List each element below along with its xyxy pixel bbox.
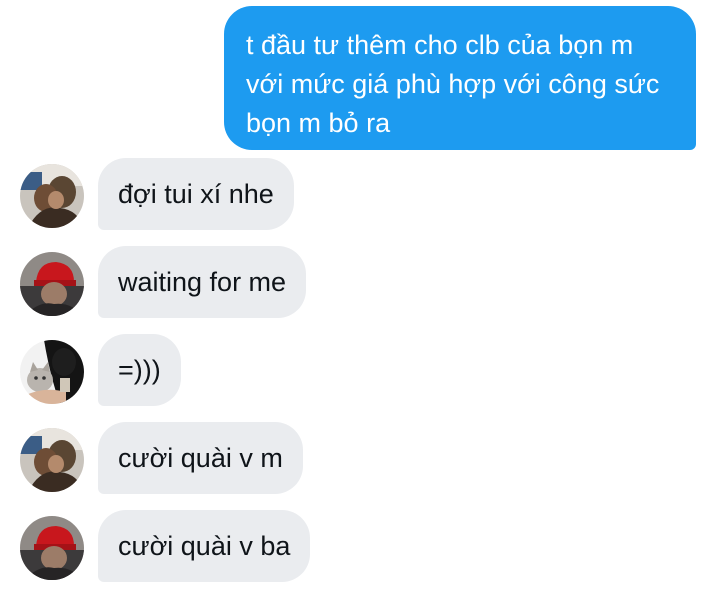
incoming-message-bubble[interactable]: đợi tui xí nhe	[98, 158, 294, 230]
outgoing-message-bubble[interactable]: t đầu tư thêm cho clb của bọn m với mức …	[224, 6, 696, 150]
incoming-message-text: cười quài v ba	[118, 531, 291, 561]
incoming-message-row: cười quài v m	[0, 422, 712, 494]
incoming-message-bubble[interactable]: cười quài v m	[98, 422, 303, 494]
incoming-message-text: waiting for me	[118, 267, 287, 297]
incoming-message-row: đợi tui xí nhe	[0, 158, 712, 230]
avatar-couple-photo-icon[interactable]	[20, 428, 84, 492]
chat-conversation: t đầu tư thêm cho clb của bọn m với mức …	[0, 0, 712, 604]
avatar-red-cap-photo-icon[interactable]	[20, 516, 84, 580]
avatar-red-cap-photo-icon[interactable]	[20, 252, 84, 316]
incoming-message-bubble[interactable]: =)))	[98, 334, 181, 406]
incoming-message-text: =)))	[118, 355, 161, 385]
incoming-message-row: cười quài v ba	[0, 510, 712, 582]
avatar-person-with-cat-photo-icon[interactable]	[20, 340, 84, 404]
incoming-message-bubble[interactable]: waiting for me	[98, 246, 307, 318]
incoming-message-row: waiting for me	[0, 246, 712, 318]
outgoing-message-text: t đầu tư thêm cho clb của bọn m với mức …	[246, 30, 660, 138]
incoming-message-text: đợi tui xí nhe	[118, 179, 274, 209]
incoming-message-bubble[interactable]: cười quài v ba	[98, 510, 311, 582]
avatar-couple-photo-icon[interactable]	[20, 164, 84, 228]
incoming-message-text: cười quài v m	[118, 443, 283, 473]
incoming-message-row: =)))	[0, 334, 712, 406]
